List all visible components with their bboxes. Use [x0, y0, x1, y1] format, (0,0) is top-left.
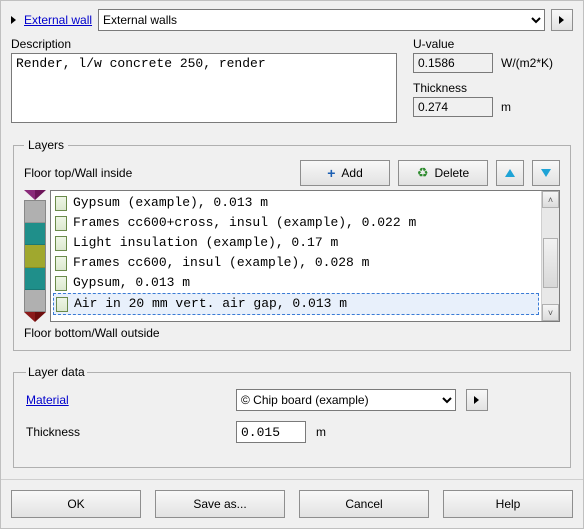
add-label: Add	[341, 166, 362, 180]
layer-text: Gypsum (example), 0.013 m	[73, 193, 268, 213]
arrow-up-icon	[505, 169, 515, 177]
recycle-icon: ♻	[417, 165, 429, 181]
layer-thickness-unit: m	[316, 425, 326, 439]
description-input[interactable]: Render, l/w concrete 250, render	[11, 53, 397, 123]
layer-swatch	[25, 268, 45, 290]
layers-legend: Layers	[24, 138, 68, 152]
layer-text: Gypsum, 0.013 m	[73, 273, 190, 293]
layer-icon	[55, 276, 67, 291]
layers-list[interactable]: Gypsum (example), 0.013 mFrames cc600+cr…	[50, 190, 560, 322]
material-link[interactable]: Material	[26, 393, 226, 407]
layer-swatch-column	[24, 190, 46, 322]
layer-icon	[55, 256, 67, 271]
layers-top-label: Floor top/Wall inside	[24, 166, 292, 180]
layer-icon	[55, 216, 67, 231]
list-item[interactable]: Air in 20 mm vert. air gap, 0.013 m	[53, 293, 539, 315]
layer-data-group: Layer data Material © Chip board (exampl…	[13, 365, 571, 468]
thickness-total-label: Thickness	[413, 81, 573, 95]
help-button[interactable]: Help	[443, 490, 573, 518]
scroll-thumb[interactable]	[543, 238, 558, 288]
swatch-bottom-icon	[24, 312, 46, 322]
layer-swatch	[25, 245, 45, 267]
scroll-down-button[interactable]: ˅	[542, 304, 559, 321]
description-label: Description	[11, 37, 397, 51]
construction-dialog: External wall External walls Description…	[0, 0, 584, 529]
type-next-button[interactable]	[551, 9, 573, 31]
cancel-button[interactable]: Cancel	[299, 490, 429, 518]
layer-text: Frames cc600+cross, insul (example), 0.0…	[73, 213, 416, 233]
layer-thickness-input[interactable]	[236, 421, 306, 443]
arrow-down-icon	[541, 169, 551, 177]
scroll-track[interactable]	[542, 208, 559, 304]
layer-data-legend: Layer data	[26, 365, 87, 379]
swatch-top-icon	[24, 190, 46, 200]
scrollbar[interactable]: ˄ ˅	[541, 191, 559, 321]
dialog-button-bar: OK Save as... Cancel Help	[1, 479, 583, 528]
list-item[interactable]: Light insulation (example), 0.17 m	[53, 233, 539, 253]
list-item[interactable]: Gypsum, 0.013 m	[53, 273, 539, 293]
layer-text: Light insulation (example), 0.17 m	[73, 233, 338, 253]
arrow-right-icon	[559, 16, 564, 24]
layer-icon	[55, 236, 67, 251]
layer-swatch	[25, 201, 45, 223]
thickness-total-field	[413, 97, 493, 117]
thickness-total-unit: m	[501, 100, 511, 114]
layer-icon	[56, 297, 68, 312]
material-select[interactable]: © Chip board (example)	[236, 389, 456, 411]
layer-icon	[55, 196, 67, 211]
add-layer-button[interactable]: + Add	[300, 160, 390, 186]
expand-arrow-icon[interactable]	[11, 16, 16, 24]
uvalue-field	[413, 53, 493, 73]
layer-thickness-label: Thickness	[26, 425, 226, 439]
arrow-right-icon	[474, 396, 479, 404]
delete-layer-button[interactable]: ♻ Delete	[398, 160, 488, 186]
layer-text: Air in 20 mm vert. air gap, 0.013 m	[74, 294, 347, 314]
layer-swatch	[25, 223, 45, 245]
list-item[interactable]: Gypsum (example), 0.013 m	[53, 193, 539, 213]
scroll-up-button[interactable]: ˄	[542, 191, 559, 208]
wall-type-select[interactable]: External walls	[98, 9, 545, 31]
save-as-button[interactable]: Save as...	[155, 490, 285, 518]
uvalue-label: U-value	[413, 37, 573, 51]
layers-group: Layers Floor top/Wall inside + Add ♻ Del…	[13, 138, 571, 351]
layer-text: Frames cc600, insul (example), 0.028 m	[73, 253, 369, 273]
move-down-button[interactable]	[532, 160, 560, 186]
external-wall-link[interactable]: External wall	[24, 13, 92, 27]
layers-bottom-label: Floor bottom/Wall outside	[24, 326, 560, 340]
move-up-button[interactable]	[496, 160, 524, 186]
list-item[interactable]: Frames cc600, insul (example), 0.028 m	[53, 253, 539, 273]
layer-swatch	[25, 290, 45, 311]
material-next-button[interactable]	[466, 389, 488, 411]
header-row: External wall External walls	[11, 9, 573, 31]
delete-label: Delete	[434, 166, 469, 180]
plus-icon: +	[327, 165, 335, 181]
ok-button[interactable]: OK	[11, 490, 141, 518]
uvalue-unit: W/(m2*K)	[501, 56, 553, 70]
list-item[interactable]: Frames cc600+cross, insul (example), 0.0…	[53, 213, 539, 233]
